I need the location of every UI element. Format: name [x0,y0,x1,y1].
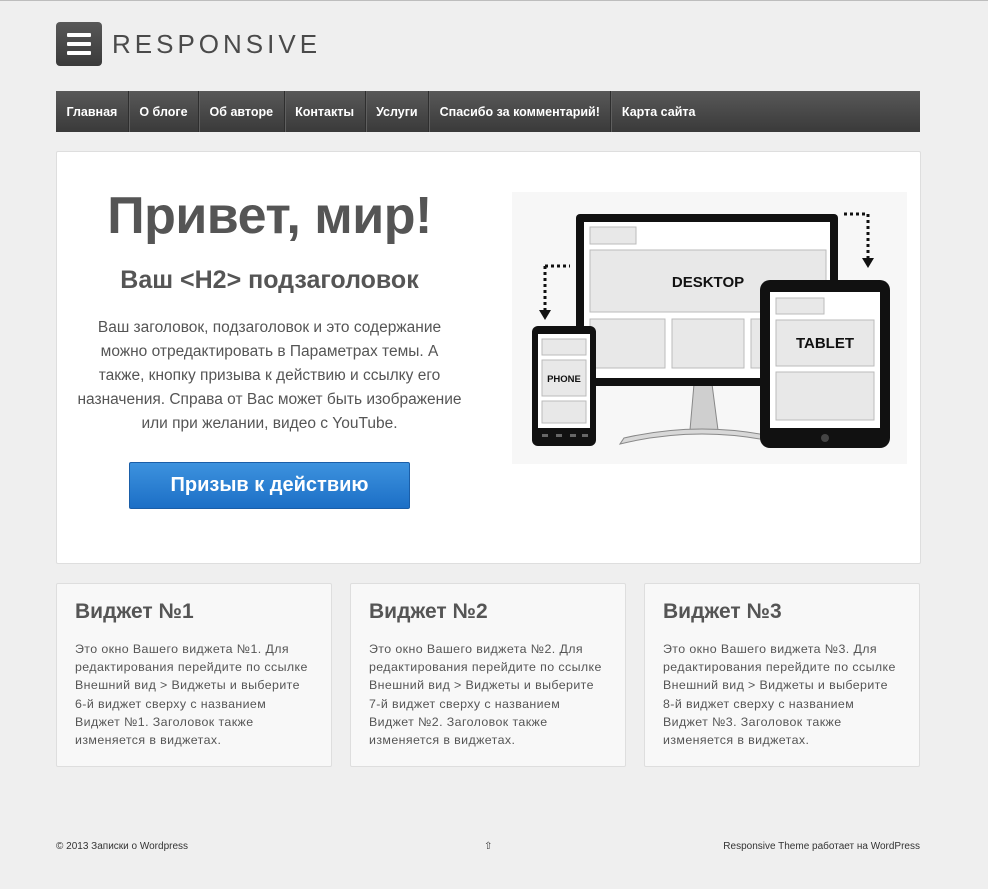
tablet-label: TABLET [796,335,854,352]
widget-3: Виджет №3 Это окно Вашего виджета №3. Дл… [644,583,920,767]
phone-label: PHONE [547,374,581,385]
wordpress-link[interactable]: WordPress [871,841,920,852]
widget-title: Виджет №3 [663,600,782,623]
widget-1: Виджет №1 Это окно Вашего виджета №1. Дл… [56,583,332,767]
footer-copyright[interactable]: © 2013 Записки о Wordpress [56,841,188,852]
menu-logo-icon [56,22,102,66]
menu-item-services[interactable]: Услуги [366,91,430,132]
responsive-devices-image: DESKTOP TABLET PHONE [512,192,907,464]
desktop-label: DESKTOP [672,274,744,291]
menu-item-contacts[interactable]: Контакты [285,91,366,132]
widget-text: Это окно Вашего виджета №1. Для редактир… [75,642,308,748]
site-logo[interactable]: RESPONSIVE [56,22,321,66]
widget-title: Виджет №1 [75,600,194,623]
hero-description: Ваш заголовок, подзаголовок и это содерж… [77,319,462,432]
widget-text: Это окно Вашего виджета №3. Для редактир… [663,642,896,748]
widget-text: Это окно Вашего виджета №2. Для редактир… [369,642,602,748]
widget-2: Виджет №2 Это окно Вашего виджета №2. Дл… [350,583,626,767]
logo-text: RESPONSIVE [112,28,322,59]
scroll-top-icon[interactable]: ⇧ [484,841,492,852]
hero-subtitle: Ваш <H2> подзаголовок [120,266,419,294]
theme-link[interactable]: Responsive Theme [723,841,809,852]
copyright-text[interactable]: © 2013 Записки о Wordpress [56,841,188,852]
call-to-action-button[interactable]: Призыв к действию [129,462,410,509]
menu-item-home[interactable]: Главная [56,91,129,132]
menu-item-thanks-comment[interactable]: Спасибо за комментарий! [429,91,612,132]
widget-title: Виджет №2 [369,600,488,623]
menu-item-about-blog[interactable]: О блоге [129,91,200,132]
featured-content: Привет, мир! Ваш <H2> подзаголовок Ваш з… [56,151,921,564]
credit-text: работает на [809,841,871,852]
hero-text-block: Привет, мир! Ваш <H2> подзаголовок Ваш з… [77,152,462,509]
menu-item-about-author[interactable]: Об авторе [199,91,285,132]
hero-title: Привет, мир! [107,187,432,245]
footer-credit: Responsive Theme работает на WordPress [723,841,920,852]
menu-item-sitemap[interactable]: Карта сайта [611,91,706,132]
main-menu: Главная О блоге Об авторе Контакты Услуг… [56,91,920,132]
